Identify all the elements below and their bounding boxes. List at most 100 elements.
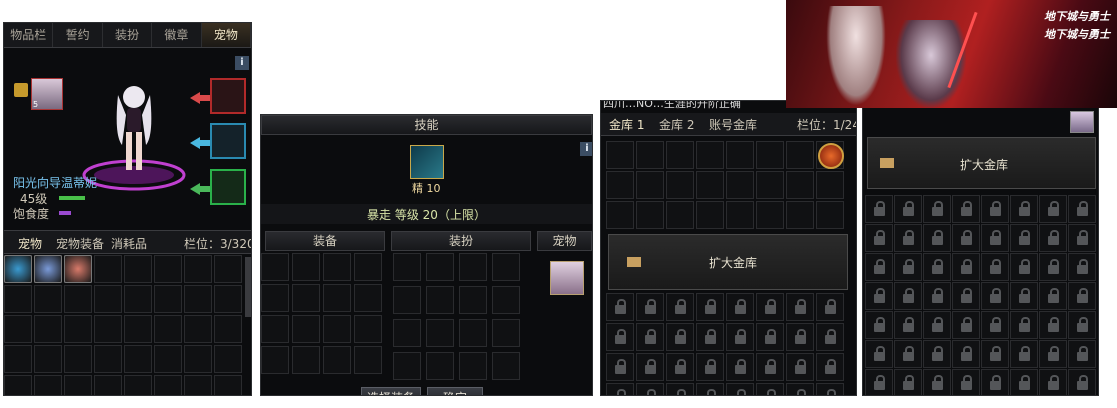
inventory-slot[interactable] <box>4 285 32 313</box>
inventory-slot[interactable] <box>492 319 520 347</box>
inventory-slot[interactable] <box>214 315 242 343</box>
inventory-slot[interactable] <box>261 315 289 343</box>
locked-slot[interactable] <box>666 383 694 395</box>
inventory-slot[interactable] <box>696 171 724 199</box>
locked-slot[interactable] <box>1039 282 1067 310</box>
locked-slot[interactable] <box>894 253 922 281</box>
locked-slot[interactable] <box>894 340 922 368</box>
inventory-slot[interactable] <box>354 253 382 281</box>
inventory-slot[interactable] <box>786 201 814 229</box>
locked-slot[interactable] <box>923 253 951 281</box>
pet-item[interactable] <box>34 255 62 283</box>
inventory-slot[interactable] <box>393 352 421 380</box>
locked-slot[interactable] <box>726 293 754 321</box>
locked-slot[interactable] <box>865 340 893 368</box>
inventory-slot[interactable] <box>214 285 242 313</box>
locked-slot[interactable] <box>865 311 893 339</box>
locked-slot[interactable] <box>1039 311 1067 339</box>
inventory-slot[interactable] <box>184 375 212 395</box>
inventory-slot[interactable] <box>426 319 454 347</box>
inventory-slot[interactable] <box>696 201 724 229</box>
inventory-slot[interactable] <box>666 141 694 169</box>
inventory-slot[interactable] <box>214 255 242 283</box>
inventory-slot[interactable] <box>34 285 62 313</box>
inventory-slot[interactable] <box>726 141 754 169</box>
locked-slot[interactable] <box>756 353 784 381</box>
locked-slot[interactable] <box>1039 253 1067 281</box>
inventory-slot[interactable] <box>606 171 634 199</box>
locked-slot[interactable] <box>696 383 724 395</box>
inventory-slot[interactable] <box>492 286 520 314</box>
inventory-slot[interactable] <box>726 171 754 199</box>
locked-slot[interactable] <box>952 224 980 252</box>
expand-vault-bar[interactable]: 扩大金库 <box>608 234 848 290</box>
inventory-slot[interactable] <box>666 171 694 199</box>
inventory-slot[interactable] <box>154 345 182 373</box>
inventory-slot[interactable] <box>154 285 182 313</box>
locked-slot[interactable] <box>981 224 1009 252</box>
inventory-slot[interactable] <box>786 171 814 199</box>
tab-oath[interactable]: 誓约 <box>53 23 103 47</box>
locked-slot[interactable] <box>894 282 922 310</box>
locked-slot[interactable] <box>786 293 814 321</box>
locked-slot[interactable] <box>606 383 634 395</box>
inventory-slot[interactable] <box>426 352 454 380</box>
tab-emblem[interactable]: 徽章 <box>152 23 202 47</box>
info-icon[interactable]: i <box>580 142 592 156</box>
subtab-consumables[interactable]: 消耗品 <box>111 235 147 252</box>
inventory-slot[interactable] <box>124 285 152 313</box>
inventory-slot[interactable] <box>726 201 754 229</box>
inventory-slot[interactable] <box>261 253 289 281</box>
pet-item[interactable] <box>4 255 32 283</box>
locked-slot[interactable] <box>952 253 980 281</box>
inventory-slot[interactable] <box>459 286 487 314</box>
tab-pet[interactable]: 宠物 <box>201 23 251 47</box>
inventory-slot[interactable] <box>756 171 784 199</box>
inventory-slot[interactable] <box>393 319 421 347</box>
skill-icon[interactable] <box>410 145 444 179</box>
locked-slot[interactable] <box>636 383 664 395</box>
locked-slot[interactable] <box>894 195 922 223</box>
stored-pet-item[interactable] <box>1070 111 1094 133</box>
locked-slot[interactable] <box>756 383 784 395</box>
inventory-slot[interactable] <box>124 375 152 395</box>
inventory-slot[interactable] <box>94 285 122 313</box>
locked-slot[interactable] <box>606 293 634 321</box>
select-equipment-button[interactable]: 选择装备 <box>361 387 421 395</box>
inventory-slot[interactable] <box>786 141 814 169</box>
inventory-slot[interactable] <box>94 255 122 283</box>
subtab-pet-equipment[interactable]: 宠物装备 <box>56 235 104 252</box>
locked-slot[interactable] <box>923 311 951 339</box>
confirm-button[interactable]: 确定 <box>427 387 483 395</box>
locked-slot[interactable] <box>1068 224 1096 252</box>
inventory-slot[interactable] <box>214 345 242 373</box>
inventory-slot[interactable] <box>261 346 289 374</box>
locked-slot[interactable] <box>981 253 1009 281</box>
locked-slot[interactable] <box>606 353 634 381</box>
locked-slot[interactable] <box>952 311 980 339</box>
locked-slot[interactable] <box>894 369 922 395</box>
inventory-slot[interactable] <box>184 285 212 313</box>
locked-slot[interactable] <box>756 293 784 321</box>
inventory-slot[interactable] <box>154 375 182 395</box>
locked-slot[interactable] <box>816 353 844 381</box>
inventory-slot[interactable] <box>323 315 351 343</box>
inventory-slot[interactable] <box>64 285 92 313</box>
inventory-slot[interactable] <box>34 345 62 373</box>
equipped-pet-slot[interactable] <box>550 261 584 295</box>
locked-slot[interactable] <box>786 323 814 351</box>
inventory-slot[interactable] <box>636 171 664 199</box>
inventory-slot[interactable] <box>184 345 212 373</box>
locked-slot[interactable] <box>952 282 980 310</box>
inventory-slot[interactable] <box>459 253 487 281</box>
inventory-slot[interactable] <box>214 375 242 395</box>
locked-slot[interactable] <box>1068 195 1096 223</box>
lock-icon[interactable] <box>14 83 28 97</box>
pet-item[interactable] <box>64 255 92 283</box>
locked-slot[interactable] <box>1039 369 1067 395</box>
locked-slot[interactable] <box>865 195 893 223</box>
inventory-slot[interactable] <box>606 141 634 169</box>
locked-slot[interactable] <box>1010 340 1038 368</box>
inventory-slot[interactable] <box>606 201 634 229</box>
inventory-slot[interactable] <box>124 345 152 373</box>
